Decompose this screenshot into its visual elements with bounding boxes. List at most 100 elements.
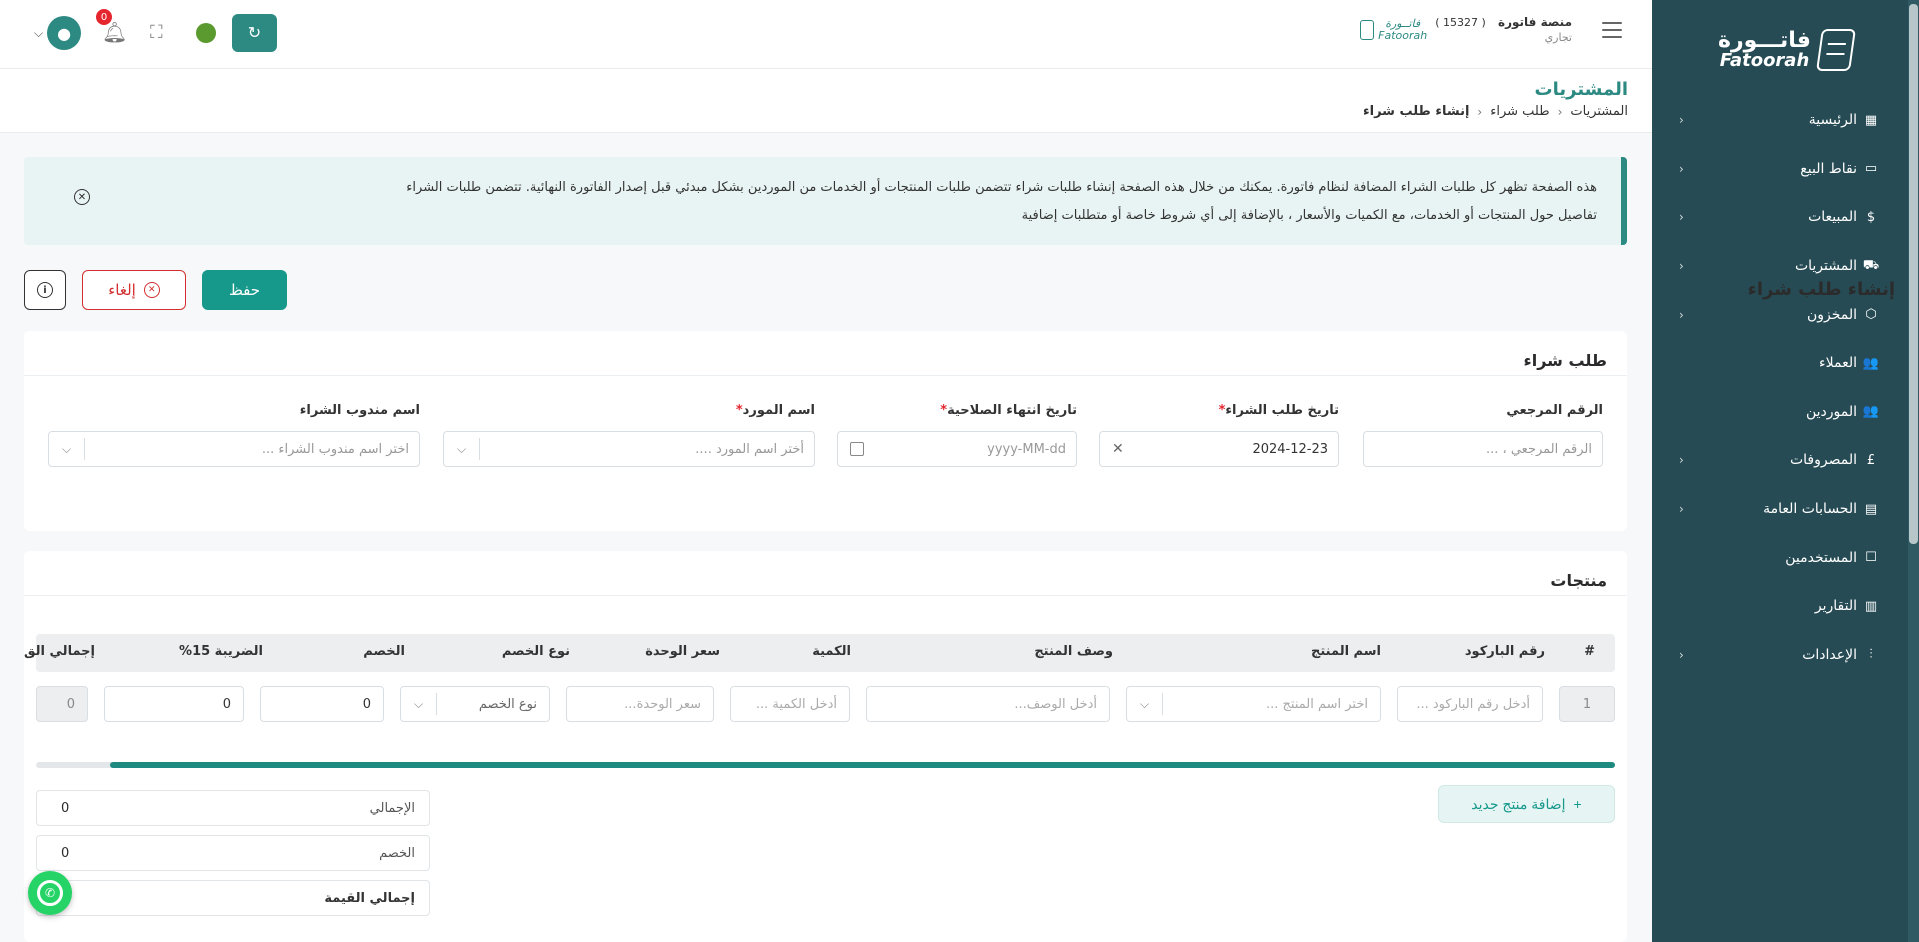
- order-date-input[interactable]: 2024-12-23 ✕: [1099, 431, 1339, 467]
- close-icon[interactable]: ✕: [74, 189, 90, 205]
- sidebar-item-label: المشتريات: [1794, 258, 1857, 275]
- chevron-down-icon[interactable]: ⌵: [444, 438, 480, 460]
- sidebar-logo[interactable]: فاتـــورة Fatoorah: [1652, 0, 1919, 100]
- description-textarea[interactable]: أدخل الوصف...: [866, 686, 1110, 722]
- reference-field: الرقم المرجعي الرقم المرجعي ، ...: [1363, 403, 1603, 467]
- summary-label: الإجمالي: [369, 800, 415, 816]
- breadcrumb-item[interactable]: المشتريات: [1570, 104, 1628, 119]
- sidebar-item[interactable]: 👥 العملاء: [1679, 339, 1879, 388]
- box-icon: ⬡: [1865, 307, 1877, 323]
- expiry-date-input[interactable]: yyyy-MM-dd: [837, 431, 1077, 467]
- sidebar-item[interactable]: ▦ الرئيسية ‹: [1679, 96, 1879, 145]
- rep-select[interactable]: اختر اسم مندوب الشراء ... ⌵: [48, 431, 420, 467]
- chevron-down-icon[interactable]: ⌵: [401, 693, 437, 715]
- column-header: الخصم: [363, 644, 405, 659]
- pound-icon: £: [1866, 452, 1876, 468]
- chevron-down-icon[interactable]: ⌵: [34, 26, 43, 41]
- input-placeholder: اختر اسم المنتج ...: [1265, 696, 1368, 712]
- avatar[interactable]: ●: [47, 16, 82, 50]
- field-label: الرقم المرجعي: [1363, 403, 1603, 423]
- sidebar-scroll-thumb[interactable]: [1909, 4, 1918, 544]
- hamburger-line: [1602, 36, 1622, 38]
- breadcrumb-item[interactable]: طلب شراء: [1490, 104, 1549, 119]
- sidebar-item[interactable]: ▤ الحسابات العامة ‹: [1679, 485, 1879, 534]
- chevron-left-icon[interactable]: ‹: [1679, 453, 1684, 467]
- saudi-flag-icon[interactable]: [196, 23, 216, 43]
- cart-icon: ⛟: [1862, 257, 1880, 273]
- field-label-text: اسم المورد: [742, 403, 815, 418]
- input-value: 0: [222, 696, 231, 712]
- quantity-input[interactable]: أدخل الكمية ...: [730, 686, 850, 722]
- save-button[interactable]: حفظ: [202, 270, 287, 310]
- company-switcher[interactable]: منصة فاتورة ( 15327 ) تجاري فاتــورة Fat…: [1360, 14, 1572, 46]
- sidebar-item[interactable]: $ المبيعات ‹: [1679, 193, 1879, 242]
- sidebar-scrollbar[interactable]: [1908, 0, 1919, 942]
- field-label: اسم المورد*: [443, 403, 815, 423]
- input-placeholder: نوع الخصم: [478, 696, 537, 712]
- field-label-text: تاريخ طلب الشراء: [1225, 403, 1339, 418]
- page-title: المشتريات: [1534, 79, 1628, 100]
- user-menu[interactable]: ⌵ ●: [34, 16, 82, 50]
- chevron-left-icon[interactable]: ‹: [1679, 502, 1684, 516]
- summary-total-row: الإجمالي 0: [36, 790, 430, 826]
- field-label-text: اسم مندوب الشراء: [299, 403, 420, 418]
- calculator-icon: ▤: [1864, 501, 1878, 517]
- chevron-left-icon[interactable]: ‹: [1679, 308, 1684, 322]
- reference-input[interactable]: الرقم المرجعي ، ...: [1363, 431, 1603, 467]
- hamburger-line: [1602, 22, 1622, 24]
- fullscreen-icon[interactable]: ⛶: [150, 22, 163, 43]
- chevron-left-icon[interactable]: ‹: [1679, 113, 1684, 127]
- chevron-left-icon: ‹: [1477, 104, 1483, 119]
- discount-input[interactable]: 0: [260, 686, 384, 722]
- sidebar-item-label: المستخدمين: [1785, 549, 1857, 566]
- sidebar-item[interactable]: 👥 الموردين: [1679, 388, 1879, 437]
- monitor-icon: ▭: [1864, 161, 1878, 177]
- divider: [24, 375, 1627, 376]
- add-product-label: إضافة منتج جديد: [1471, 795, 1566, 812]
- discount-type-select[interactable]: نوع الخصم ⌵: [400, 686, 550, 722]
- barcode-input[interactable]: أدخل رقم الباركود ...: [1397, 686, 1543, 722]
- refresh-button[interactable]: ↻: [232, 14, 277, 52]
- card-title: طلب شراء: [1523, 351, 1607, 370]
- sidebar-item[interactable]: ☐ المستخدمين: [1679, 533, 1879, 582]
- company-name-line: منصة فاتورة ( 15327 ): [1435, 14, 1572, 31]
- products-table-header: # رقم الباركود اسم المنتج وصف المنتج الك…: [24, 634, 1615, 672]
- supplier-select[interactable]: أختر اسم المورد .... ⌵: [443, 431, 815, 467]
- table-scroll-thumb[interactable]: [110, 762, 1615, 768]
- required-mark: *: [735, 403, 743, 418]
- product-select[interactable]: اختر اسم المنتج ... ⌵: [1126, 686, 1381, 722]
- sidebar-item-label: نقاط البيع: [1800, 160, 1857, 177]
- column-header: الضريبة 15%: [179, 644, 263, 659]
- sidebar-item[interactable]: ⫶ الإعدادات ‹: [1679, 631, 1879, 680]
- sidebar-item-label: الرئيسية: [1808, 112, 1857, 129]
- banner-line: تفاصيل حول المنتجات أو الخدمات، مع الكمي…: [1021, 208, 1597, 223]
- tax-input[interactable]: 0: [104, 686, 244, 722]
- chevron-down-icon[interactable]: ⌵: [1127, 693, 1163, 715]
- sidebar-item[interactable]: ▥ التقارير: [1679, 582, 1879, 631]
- chevron-left-icon[interactable]: ‹: [1679, 162, 1684, 176]
- sidebar-item-label: التقارير: [1814, 598, 1857, 615]
- whatsapp-button[interactable]: ✆: [28, 871, 72, 915]
- info-button[interactable]: i: [24, 270, 66, 310]
- sidebar-item[interactable]: ▭ نقاط البيع ‹: [1679, 145, 1879, 194]
- suppliers-icon: 👥: [1862, 404, 1880, 420]
- unit-price-input[interactable]: سعر الوحدة...: [566, 686, 714, 722]
- column-header: وصف المنتج: [1034, 644, 1113, 659]
- whatsapp-icon: ✆: [37, 880, 63, 906]
- cancel-button[interactable]: ✕ إلغاء: [82, 270, 186, 310]
- table-horizontal-scrollbar[interactable]: [36, 762, 1615, 768]
- calendar-icon[interactable]: [850, 442, 864, 456]
- row-total: 0: [36, 686, 88, 722]
- rep-field: اسم مندوب الشراء اختر اسم مندوب الشراء .…: [48, 403, 420, 467]
- expiry-date-field: تاريخ انتهاء الصلاحية* yyyy-MM-dd: [837, 403, 1077, 467]
- clear-icon[interactable]: ✕: [1112, 441, 1124, 457]
- column-header: الكمية: [812, 644, 851, 659]
- chevron-down-icon[interactable]: ⌵: [49, 438, 85, 460]
- sidebar-item[interactable]: £ المصروفات ‹: [1679, 436, 1879, 485]
- chevron-left-icon[interactable]: ‹: [1679, 648, 1684, 662]
- hamburger-menu-icon[interactable]: [1602, 22, 1622, 38]
- add-product-button[interactable]: + إضافة منتج جديد: [1438, 785, 1615, 823]
- chevron-left-icon[interactable]: ‹: [1679, 259, 1684, 273]
- order-date-field: تاريخ طلب الشراء* 2024-12-23 ✕: [1099, 403, 1339, 467]
- chevron-left-icon[interactable]: ‹: [1679, 210, 1684, 224]
